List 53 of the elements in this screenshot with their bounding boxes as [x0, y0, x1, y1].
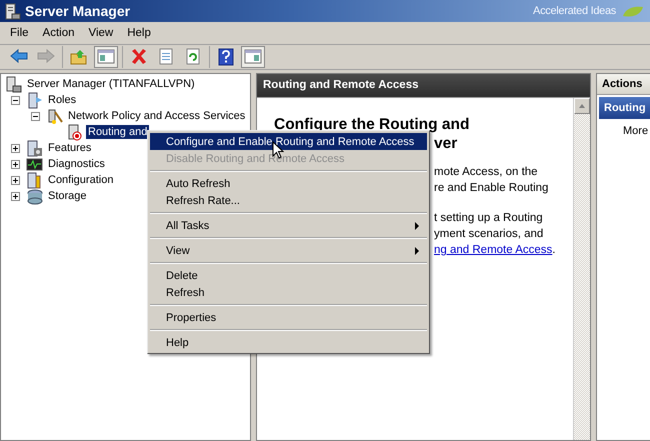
- tree-item[interactable]: Roles: [46, 93, 78, 107]
- context-menu-item[interactable]: Delete: [150, 267, 427, 284]
- pane-icon: [97, 48, 115, 66]
- context-menu-item[interactable]: Help: [150, 334, 427, 351]
- forward-arrow-icon: [37, 48, 55, 66]
- body-text: t setting up a Routing: [434, 211, 544, 226]
- action-link[interactable]: More: [623, 125, 648, 137]
- help-link[interactable]: ng and Remote Access: [434, 242, 552, 258]
- tree-pane-button[interactable]: [94, 46, 118, 68]
- body-text: .: [552, 243, 556, 258]
- page-heading: ver: [434, 134, 458, 153]
- leaf-icon: [622, 4, 644, 18]
- delete-icon: [130, 48, 148, 66]
- storage-icon: [26, 188, 43, 204]
- brand-text: Accelerated Ideas: [533, 5, 616, 17]
- page-heading: Configure the Routing and: [274, 115, 470, 134]
- help-icon: [217, 48, 235, 66]
- tree-item[interactable]: Server Manager (TITANFALLVPN): [25, 77, 197, 91]
- diagnostics-icon: [26, 156, 43, 172]
- properties-icon: [157, 48, 175, 66]
- menu-item[interactable]: View: [82, 25, 120, 41]
- body-text: mote Access, on the: [434, 165, 539, 180]
- context-menu-item[interactable]: Properties: [150, 309, 427, 326]
- tree-item[interactable]: Features: [46, 141, 94, 155]
- context-menu-item[interactable]: Configure and Enable Routing and Remote Access: [150, 133, 427, 150]
- scroll-up-button[interactable]: [574, 98, 590, 114]
- folder-up-icon: [70, 48, 88, 66]
- menu-item[interactable]: Action: [36, 25, 82, 41]
- context-menu-item[interactable]: Auto Refresh: [150, 175, 427, 192]
- menu-item[interactable]: Help: [120, 25, 158, 41]
- server-icon: [5, 76, 22, 92]
- menu-item[interactable]: File: [3, 25, 36, 41]
- actions-section-header[interactable]: Routing: [599, 97, 650, 119]
- action-pane-button[interactable]: [241, 46, 265, 68]
- tree-item[interactable]: Routing and: [86, 125, 150, 139]
- context-menu-item[interactable]: Refresh Rate...: [150, 192, 427, 209]
- body-text: yment scenarios, and: [434, 227, 544, 242]
- window-title: Server Manager: [25, 3, 130, 19]
- refresh-icon: [184, 48, 202, 66]
- server-icon: [4, 2, 21, 20]
- tree-item[interactable]: Storage: [46, 189, 89, 203]
- context-menu-item[interactable]: View: [150, 242, 427, 259]
- body-text: re and Enable Routing: [434, 181, 550, 196]
- context-menu-item[interactable]: All Tasks: [150, 217, 427, 234]
- tree-item[interactable]: Network Policy and Access Services: [66, 109, 248, 123]
- tree-item[interactable]: Diagnostics: [46, 157, 107, 171]
- actions-header: Actions: [597, 74, 650, 95]
- pane-header: Routing and Remote Access: [257, 74, 590, 97]
- up-arrow-icon: [578, 103, 586, 109]
- context-menu-item[interactable]: Refresh: [150, 284, 427, 301]
- pane-icon: [244, 48, 262, 66]
- tree-item[interactable]: Configuration: [46, 173, 116, 187]
- back-arrow-icon: [10, 48, 28, 66]
